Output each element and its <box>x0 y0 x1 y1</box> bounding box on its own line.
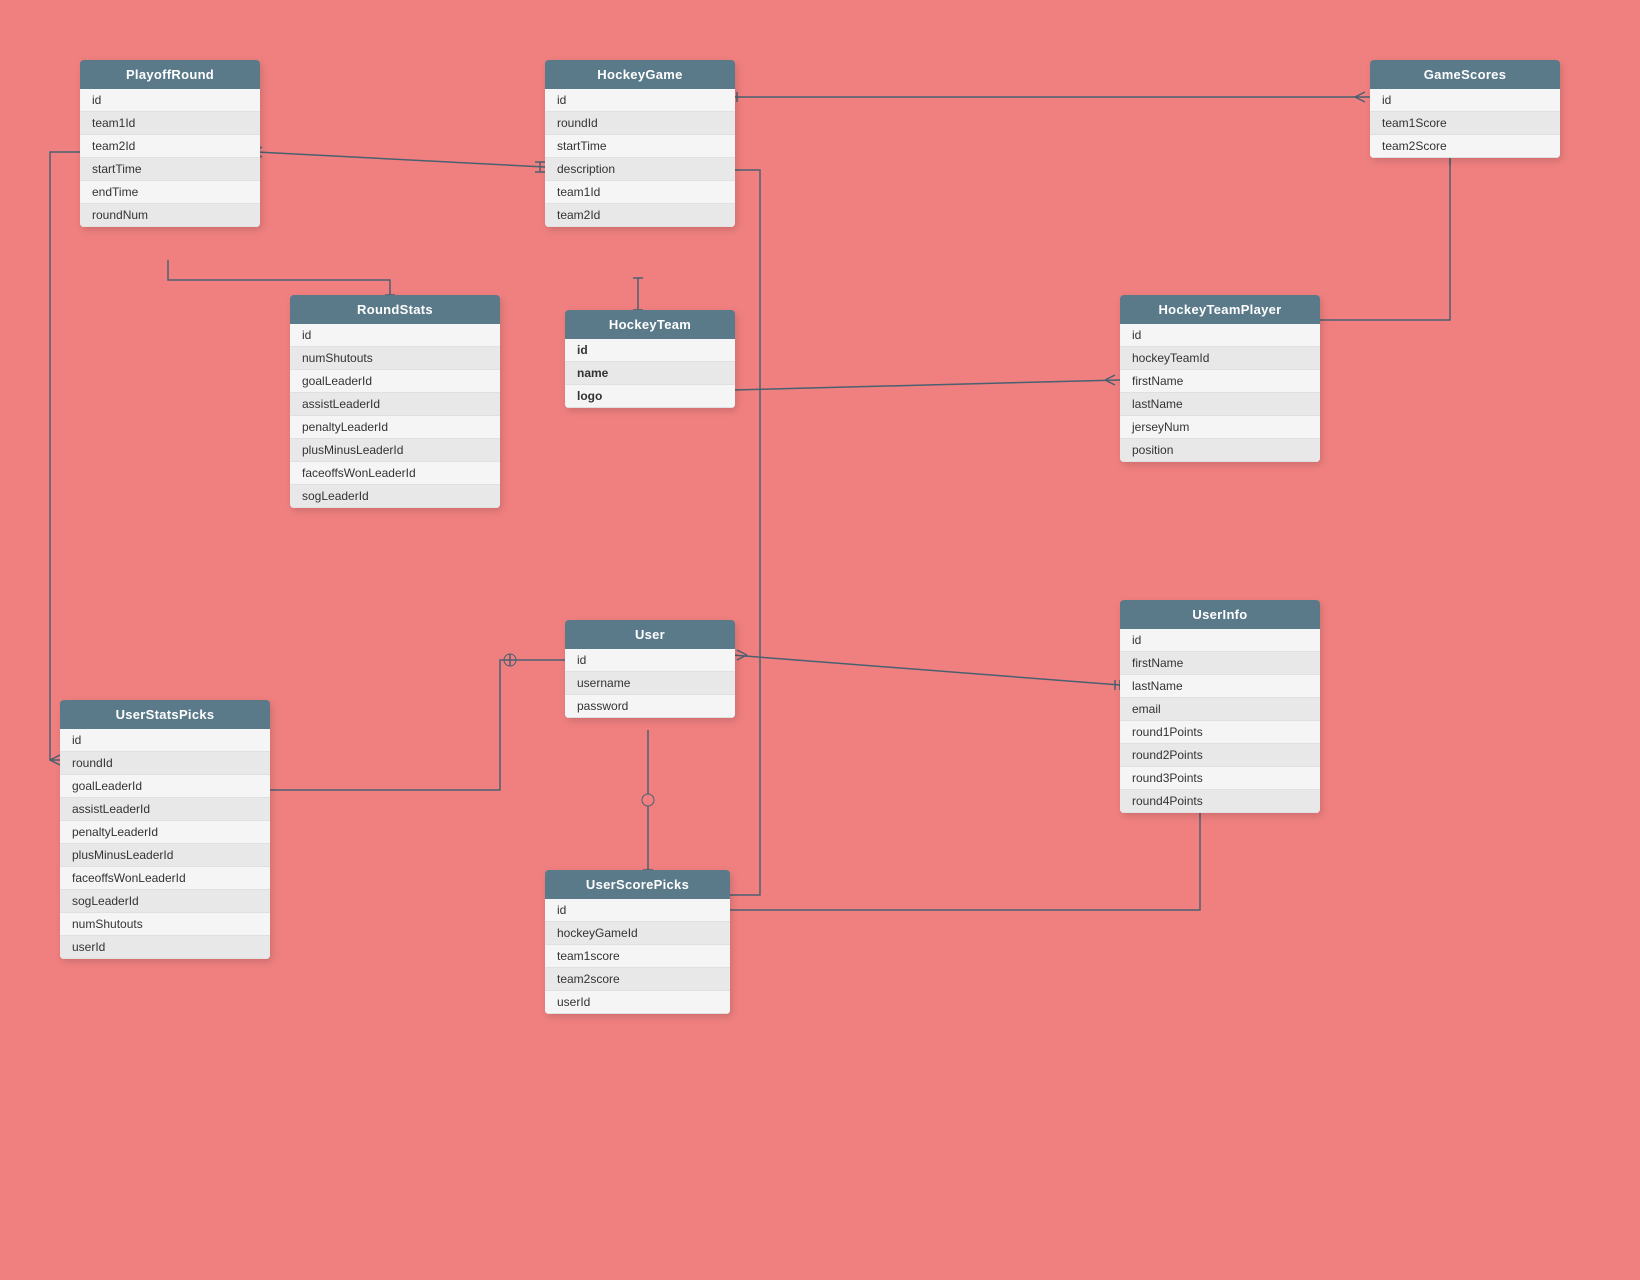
table-row: id <box>545 899 730 922</box>
table-row: team2Id <box>80 135 260 158</box>
table-header-hockeyteamplayer: HockeyTeamPlayer <box>1120 295 1320 324</box>
table-row: id <box>545 89 735 112</box>
table-row: round2Points <box>1120 744 1320 767</box>
table-body-userstatspicks: id roundId goalLeaderId assistLeaderId p… <box>60 729 270 959</box>
table-row: faceoffsWonLeaderId <box>60 867 270 890</box>
table-row: penaltyLeaderId <box>60 821 270 844</box>
table-user: User id username password <box>565 620 735 718</box>
table-row: team2score <box>545 968 730 991</box>
table-row: sogLeaderId <box>290 485 500 508</box>
table-row: id <box>565 339 735 362</box>
table-row: team1Id <box>545 181 735 204</box>
table-row: jerseyNum <box>1120 416 1320 439</box>
table-row: name <box>565 362 735 385</box>
table-row: password <box>565 695 735 718</box>
table-hockeyteamplayer: HockeyTeamPlayer id hockeyTeamId firstNa… <box>1120 295 1320 462</box>
table-body-userinfo: id firstName lastName email round1Points… <box>1120 629 1320 813</box>
table-header-roundstats: RoundStats <box>290 295 500 324</box>
table-body-hockeygame: id roundId startTime description team1Id… <box>545 89 735 227</box>
table-header-userstatspicks: UserStatsPicks <box>60 700 270 729</box>
table-row: numShutouts <box>290 347 500 370</box>
table-row: round3Points <box>1120 767 1320 790</box>
table-row: goalLeaderId <box>60 775 270 798</box>
table-row: position <box>1120 439 1320 462</box>
table-row: lastName <box>1120 675 1320 698</box>
table-row: id <box>80 89 260 112</box>
table-header-user: User <box>565 620 735 649</box>
table-body-hockeyteam: id name logo <box>565 339 735 408</box>
table-body-hockeyteamplayer: id hockeyTeamId firstName lastName jerse… <box>1120 324 1320 462</box>
table-header-userinfo: UserInfo <box>1120 600 1320 629</box>
table-row: id <box>565 649 735 672</box>
table-row: username <box>565 672 735 695</box>
table-row: plusMinusLeaderId <box>290 439 500 462</box>
table-row: id <box>290 324 500 347</box>
diagram-canvas: PlayoffRound id team1Id team2Id startTim… <box>0 0 1640 1280</box>
table-row: roundNum <box>80 204 260 227</box>
table-row: team2Score <box>1370 135 1560 158</box>
table-body-roundstats: id numShutouts goalLeaderId assistLeader… <box>290 324 500 508</box>
table-row: hockeyTeamId <box>1120 347 1320 370</box>
table-row: numShutouts <box>60 913 270 936</box>
table-row: team1score <box>545 945 730 968</box>
table-header-userscorepicks: UserScorePicks <box>545 870 730 899</box>
table-header-playoffround: PlayoffRound <box>80 60 260 89</box>
table-body-user: id username password <box>565 649 735 718</box>
table-row: endTime <box>80 181 260 204</box>
table-row: email <box>1120 698 1320 721</box>
table-row: userId <box>60 936 270 959</box>
table-userinfo: UserInfo id firstName lastName email rou… <box>1120 600 1320 813</box>
table-row: firstName <box>1120 370 1320 393</box>
table-row: assistLeaderId <box>60 798 270 821</box>
table-row: team1Id <box>80 112 260 135</box>
table-body-gamescores: id team1Score team2Score <box>1370 89 1560 158</box>
table-row: firstName <box>1120 652 1320 675</box>
table-row: assistLeaderId <box>290 393 500 416</box>
table-row: team2Id <box>545 204 735 227</box>
table-row: goalLeaderId <box>290 370 500 393</box>
table-row: hockeyGameId <box>545 922 730 945</box>
table-roundstats: RoundStats id numShutouts goalLeaderId a… <box>290 295 500 508</box>
table-gamescores: GameScores id team1Score team2Score <box>1370 60 1560 158</box>
table-row: roundId <box>60 752 270 775</box>
table-row: round1Points <box>1120 721 1320 744</box>
table-hockeygame: HockeyGame id roundId startTime descript… <box>545 60 735 227</box>
table-header-hockeyteam: HockeyTeam <box>565 310 735 339</box>
table-userstatspicks: UserStatsPicks id roundId goalLeaderId a… <box>60 700 270 959</box>
table-row: penaltyLeaderId <box>290 416 500 439</box>
table-row: id <box>60 729 270 752</box>
table-row: userId <box>545 991 730 1014</box>
table-row: startTime <box>545 135 735 158</box>
table-row: id <box>1120 324 1320 347</box>
table-row: sogLeaderId <box>60 890 270 913</box>
table-header-hockeygame: HockeyGame <box>545 60 735 89</box>
table-row: logo <box>565 385 735 408</box>
table-hockeyteam: HockeyTeam id name logo <box>565 310 735 408</box>
table-row: round4Points <box>1120 790 1320 813</box>
table-row: plusMinusLeaderId <box>60 844 270 867</box>
table-body-playoffround: id team1Id team2Id startTime endTime rou… <box>80 89 260 227</box>
table-userscorepicks: UserScorePicks id hockeyGameId team1scor… <box>545 870 730 1014</box>
table-playoffround: PlayoffRound id team1Id team2Id startTim… <box>80 60 260 227</box>
table-row: description <box>545 158 735 181</box>
table-row: team1Score <box>1370 112 1560 135</box>
table-row: roundId <box>545 112 735 135</box>
table-header-gamescores: GameScores <box>1370 60 1560 89</box>
table-row: faceoffsWonLeaderId <box>290 462 500 485</box>
table-row: id <box>1370 89 1560 112</box>
table-row: lastName <box>1120 393 1320 416</box>
table-body-userscorepicks: id hockeyGameId team1score team2score us… <box>545 899 730 1014</box>
table-row: startTime <box>80 158 260 181</box>
table-row: id <box>1120 629 1320 652</box>
